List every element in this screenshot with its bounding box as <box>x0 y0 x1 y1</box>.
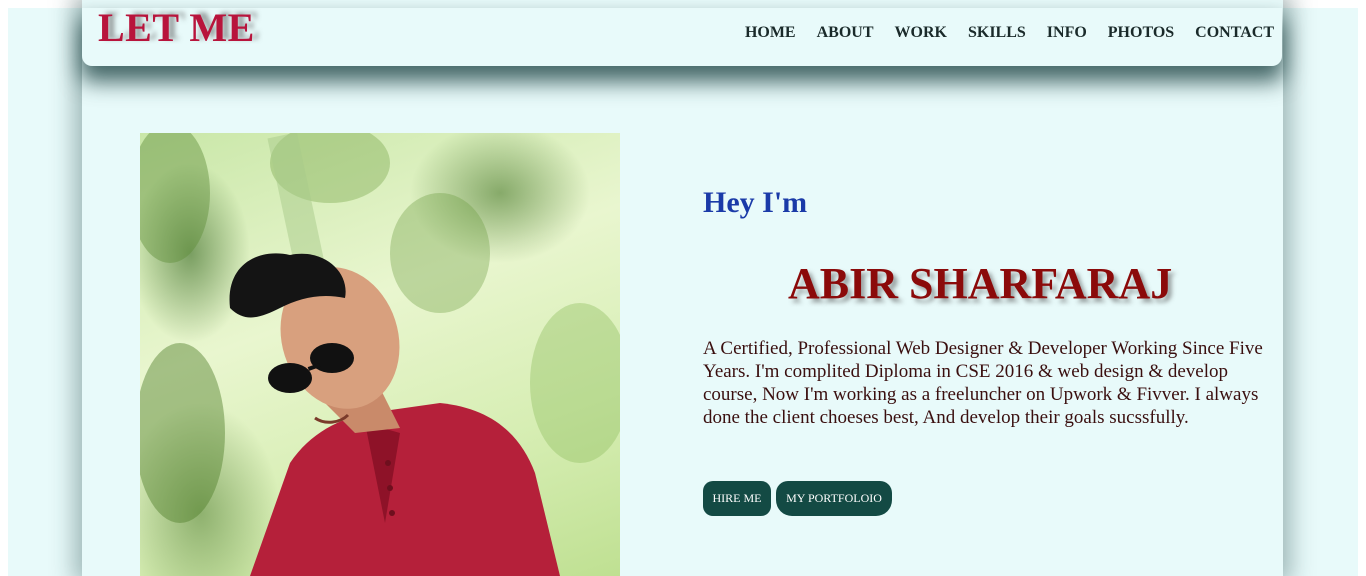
nav-item-work[interactable]: WORK <box>895 24 947 42</box>
greeting-heading: Hey I'm <box>703 186 808 219</box>
nav-item-home[interactable]: HOME <box>745 24 796 42</box>
profile-photo-illustration <box>140 133 620 576</box>
nav-item-info[interactable]: INFO <box>1047 24 1087 42</box>
nav-item-photos[interactable]: PHOTOS <box>1108 24 1174 42</box>
hire-me-button[interactable]: HIRE ME <box>703 481 771 516</box>
navbar: LET ME HOME ABOUT WORK SKILLS INFO PHOTO… <box>82 5 1282 66</box>
site-logo[interactable]: LET ME <box>98 4 255 51</box>
nav-item-about[interactable]: ABOUT <box>817 24 874 42</box>
nav-menu: HOME ABOUT WORK SKILLS INFO PHOTOS CONTA… <box>724 24 1274 42</box>
profile-photo <box>140 133 620 576</box>
bio-paragraph: A Certified, Professional Web Designer &… <box>703 338 1263 428</box>
portfolio-button[interactable]: MY PORTFOLOIO <box>776 481 892 516</box>
nav-item-skills[interactable]: SKILLS <box>968 24 1026 42</box>
nav-item-contact[interactable]: CONTACT <box>1195 24 1274 42</box>
person-name: ABIR SHARFARAJ <box>788 259 1173 308</box>
